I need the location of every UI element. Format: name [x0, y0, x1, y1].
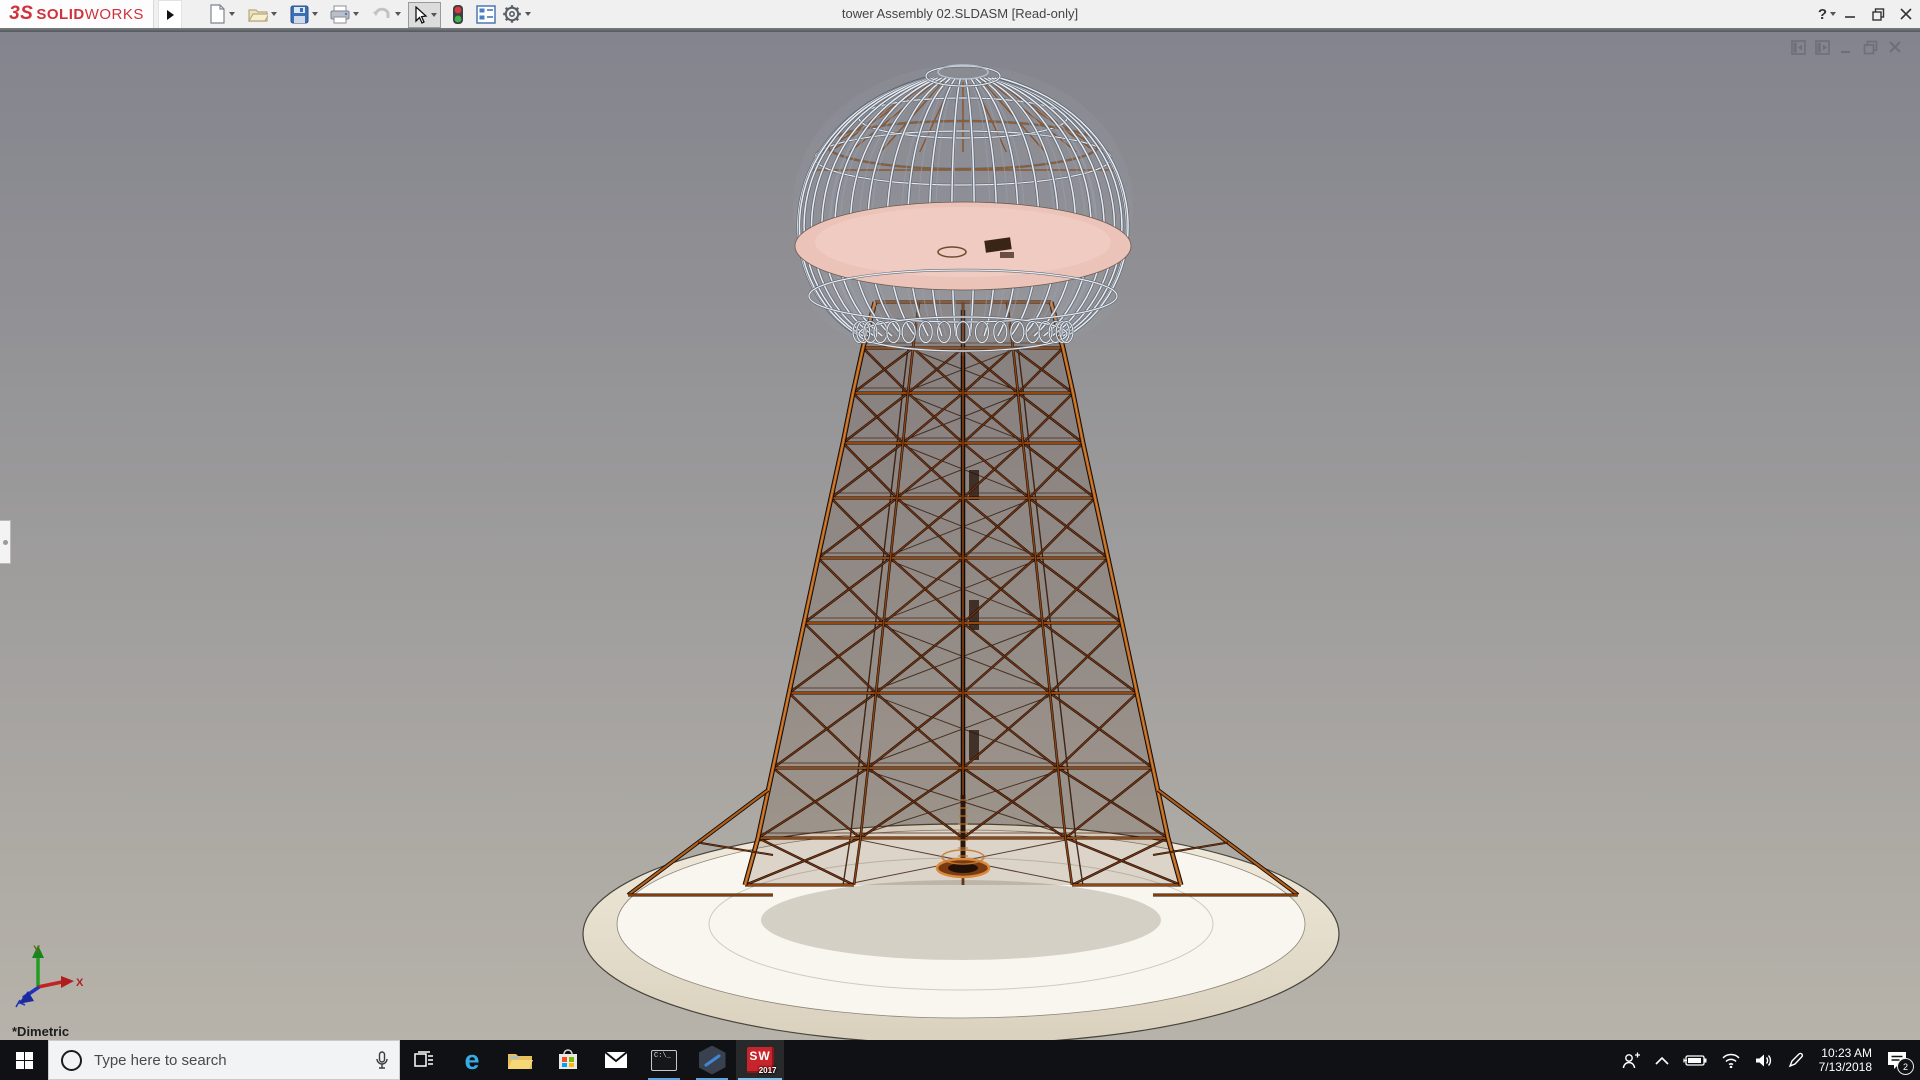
restore-button[interactable]	[1864, 0, 1892, 28]
solidworks-2017-icon: SW 2017	[747, 1047, 774, 1073]
model-canvas[interactable]	[0, 32, 1920, 1040]
windows-logo-icon	[16, 1052, 33, 1069]
minimize-icon[interactable]	[1839, 40, 1854, 55]
file-explorer-icon	[507, 1050, 533, 1071]
mail-icon	[604, 1051, 628, 1069]
view-orientation-label: *Dimetric	[12, 1024, 69, 1039]
task-view-button[interactable]	[400, 1040, 448, 1080]
people-icon	[1622, 1052, 1641, 1069]
axis-x-label: X	[76, 977, 84, 989]
task-view-icon	[414, 1051, 434, 1069]
wifi-icon	[1721, 1053, 1741, 1068]
close-button[interactable]	[1892, 0, 1920, 28]
search-input[interactable]	[92, 1051, 365, 1070]
taskbar-clock[interactable]: 10:23 AM 7/13/2018	[1811, 1046, 1880, 1074]
restore-icon[interactable]	[1863, 40, 1879, 55]
store-button[interactable]	[544, 1040, 592, 1080]
notification-badge: 2	[1897, 1058, 1914, 1075]
network-button[interactable]	[1714, 1040, 1748, 1080]
battery-button[interactable]	[1676, 1040, 1714, 1080]
edrawings-icon	[699, 1046, 726, 1075]
help-button[interactable]: ?	[1818, 2, 1836, 26]
speaker-icon	[1755, 1053, 1773, 1068]
orientation-triad: Y X	[8, 940, 92, 1016]
restore-icon	[1872, 8, 1885, 21]
cortana-icon	[61, 1050, 82, 1071]
document-title: tower Assembly 02.SLDASM [Read-only]	[0, 0, 1920, 28]
windows-taskbar: e C:\_ SW 2017	[0, 1040, 1920, 1080]
pane-collapse-left-icon[interactable]	[1791, 40, 1806, 55]
taskbar-search[interactable]	[48, 1040, 400, 1080]
axis-y-label: Y	[33, 944, 41, 956]
close-icon[interactable]	[1888, 40, 1902, 54]
action-center-button[interactable]: 2	[1880, 1040, 1920, 1080]
solidworks-2017-button[interactable]: SW 2017	[736, 1040, 784, 1080]
pen-icon	[1787, 1052, 1804, 1069]
edge-button[interactable]: e	[448, 1040, 496, 1080]
edge-icon: e	[464, 1047, 479, 1074]
store-icon	[557, 1049, 579, 1071]
people-button[interactable]	[1615, 1040, 1648, 1080]
feature-manager-collapsed-tab[interactable]	[0, 520, 11, 564]
graphics-area[interactable]: Y X *Dimetric	[0, 32, 1920, 1040]
minimize-button[interactable]	[1836, 0, 1864, 28]
document-window-controls	[1791, 40, 1902, 55]
microphone-icon[interactable]	[375, 1051, 389, 1070]
start-button[interactable]	[0, 1040, 48, 1080]
windows-ink-button[interactable]	[1780, 1040, 1811, 1080]
file-explorer-button[interactable]	[496, 1040, 544, 1080]
pane-collapse-right-icon[interactable]	[1815, 40, 1830, 55]
edrawings-button[interactable]	[688, 1040, 736, 1080]
tray-expand-button[interactable]	[1648, 1040, 1676, 1080]
close-icon	[1900, 8, 1912, 20]
clock-time: 10:23 AM	[1819, 1046, 1872, 1060]
battery-icon	[1683, 1054, 1707, 1067]
command-prompt-icon: C:\_	[651, 1050, 677, 1071]
chevron-up-icon	[1655, 1056, 1669, 1065]
title-bar: 3SSOLIDWORKS tower Assembly 02.SLDASM [R…	[0, 0, 1920, 28]
minimize-icon	[1844, 8, 1856, 20]
clock-date: 7/13/2018	[1819, 1060, 1872, 1074]
command-prompt-button[interactable]: C:\_	[640, 1040, 688, 1080]
mail-button[interactable]	[592, 1040, 640, 1080]
volume-button[interactable]	[1748, 1040, 1780, 1080]
